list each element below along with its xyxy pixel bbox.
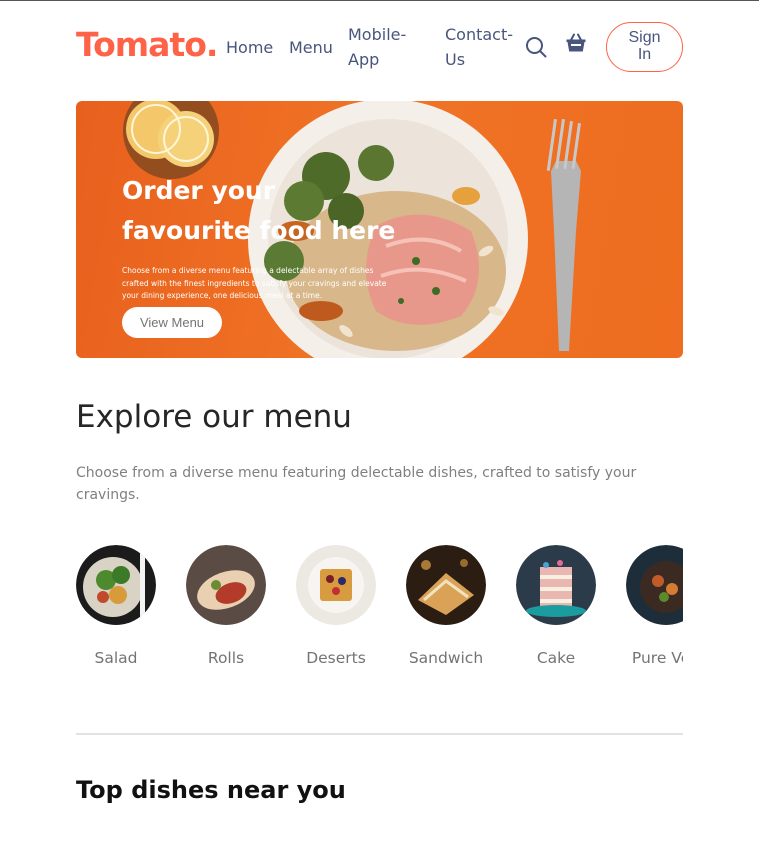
deserts-image	[296, 545, 376, 625]
menu-item-pure-veg[interactable]: Pure Veg	[626, 545, 683, 667]
nav-link-mobile-app-line1: Mobile-	[348, 25, 407, 44]
navbar: Tomato. Home Menu Mobile- App Contact- U…	[76, 19, 683, 75]
menu-item-label: Salad	[94, 649, 138, 667]
menu-item-label: Deserts	[306, 649, 366, 667]
basket-icon[interactable]	[565, 32, 587, 54]
cake-image	[516, 545, 596, 625]
menu-item-label: Rolls	[207, 649, 245, 667]
sign-in-button[interactable]: Sign In	[606, 22, 683, 72]
menu-item-salad[interactable]: Salad	[76, 545, 156, 667]
rolls-image	[186, 545, 266, 625]
nav-link-contact-us-line1: Contact-	[445, 25, 514, 44]
explore-menu-title: Explore our menu	[76, 399, 352, 435]
nav-link-contact-us[interactable]: Contact- Us	[445, 22, 523, 72]
logo[interactable]: Tomato.	[76, 25, 218, 64]
menu-item-label: Sandwich	[408, 649, 484, 667]
sandwich-image	[406, 545, 486, 625]
menu-item-rolls[interactable]: Rolls	[186, 545, 266, 667]
nav-link-contact-us-line2: Us	[445, 50, 466, 69]
top-dishes-title: Top dishes near you	[76, 776, 346, 804]
hero-description: Choose from a diverse menu featuring a d…	[122, 266, 387, 300]
section-divider	[76, 733, 683, 735]
sign-in-label-line1: Sign	[628, 29, 661, 46]
menu-item-sandwich[interactable]: Sandwich	[406, 545, 486, 667]
hero-banner: Order your favourite food here Choose fr…	[76, 101, 683, 358]
hero-title-line1: Order your	[122, 176, 276, 205]
menu-item-label: Cake	[536, 649, 576, 667]
nav-link-mobile-app-line2: App	[348, 50, 380, 69]
view-menu-button[interactable]: View Menu	[122, 307, 222, 338]
hero-title: Order your favourite food here	[122, 171, 412, 251]
sign-in-label-line2: In	[637, 46, 652, 63]
nav-link-menu[interactable]: Menu	[289, 35, 333, 60]
menu-item-label: Pure Veg	[631, 649, 683, 667]
menu-item-cake[interactable]: Cake	[516, 545, 596, 667]
search-icon[interactable]	[525, 36, 547, 58]
menu-item-deserts[interactable]: Deserts	[296, 545, 376, 667]
salad-image	[76, 545, 156, 625]
hero-title-line2: favourite food here	[122, 216, 396, 245]
menu-category-list[interactable]: Salad Rolls Deserts Sandwich Cake Pure V	[76, 545, 683, 675]
nav-link-home[interactable]: Home	[226, 35, 273, 60]
pure-veg-image	[626, 545, 683, 625]
explore-menu-description: Choose from a diverse menu featuring del…	[76, 465, 637, 503]
nav-link-mobile-app[interactable]: Mobile- App	[348, 22, 420, 72]
hero-text: Order your favourite food here Choose fr…	[122, 171, 412, 303]
